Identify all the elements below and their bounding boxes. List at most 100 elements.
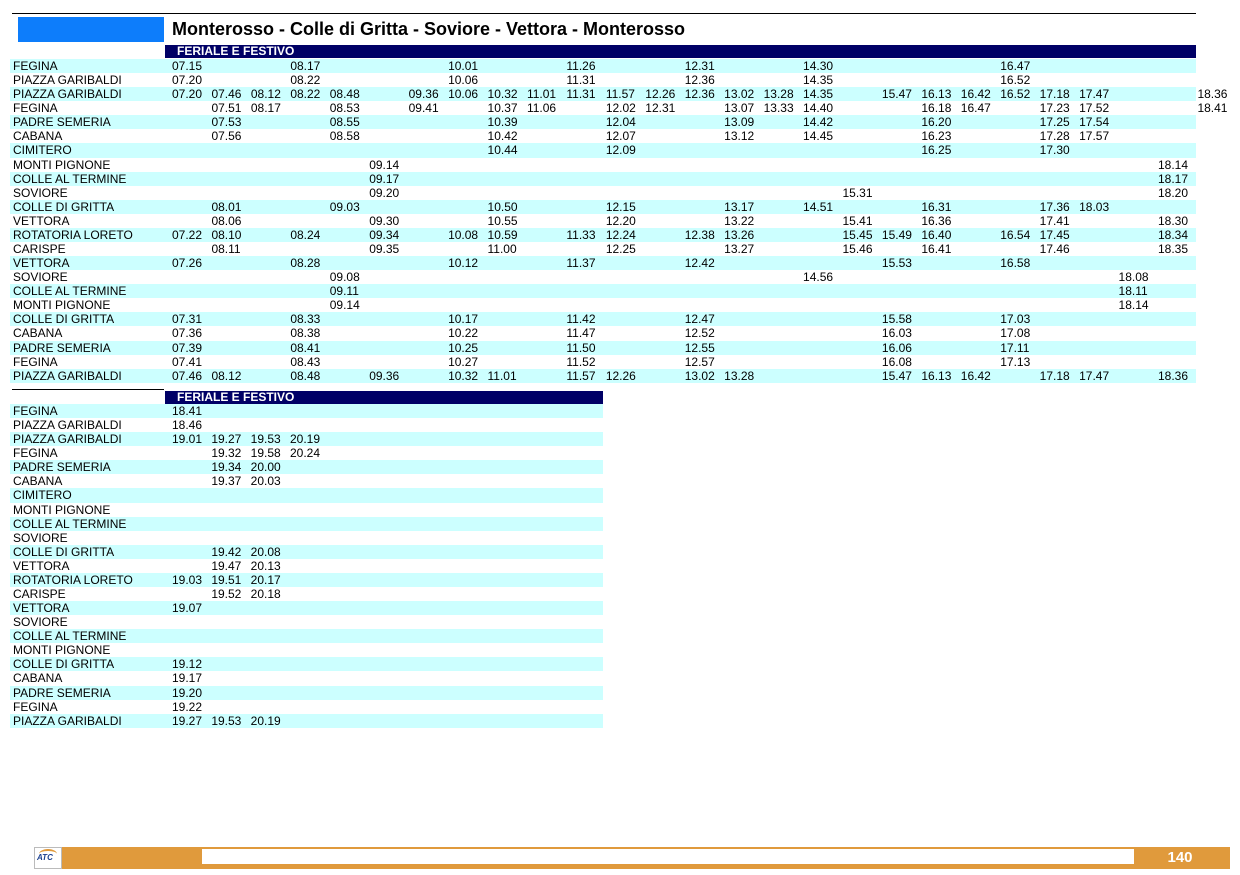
departure-time: 11.31 xyxy=(566,73,596,88)
table-row: PIAZZA GARIBALDI 18.46 xyxy=(10,418,603,432)
departure-time: 13.09 xyxy=(724,115,755,130)
table-row: MONTI PIGNONE xyxy=(10,643,603,657)
departure-time: 12.24 xyxy=(605,227,636,242)
departure-time: 15.46 xyxy=(842,242,873,257)
table-row: CABANA 07.36 08.38 10.22 11.47 12.52 16.03 17.0… xyxy=(10,326,1196,340)
departure-time: 07.36 xyxy=(172,326,203,341)
table-row: CIMITERO xyxy=(10,488,603,503)
departure-time: 08.55 xyxy=(329,115,360,130)
departure-time: 08.53 xyxy=(329,101,360,116)
departure-time: 17.46 xyxy=(1039,242,1070,257)
departure-time: 16.41 xyxy=(921,242,952,257)
stop-name: SOVIORE xyxy=(13,615,68,630)
table-2-header: FERIALE E FESTIVO xyxy=(165,391,603,404)
departure-time: 07.39 xyxy=(172,340,203,355)
departure-time: 19.37 xyxy=(211,474,242,489)
departure-time: 10.25 xyxy=(448,340,479,355)
departure-time: 17.23 xyxy=(1039,101,1070,116)
departure-time: 08.24 xyxy=(290,227,321,242)
departure-time: 08.43 xyxy=(290,354,321,369)
departure-time: 12.36 xyxy=(684,73,715,88)
departure-time: 20.18 xyxy=(250,587,281,602)
departure-time: 16.13 xyxy=(921,87,952,102)
departure-time: 08.33 xyxy=(290,312,321,327)
departure-time: 07.56 xyxy=(211,129,242,144)
departure-time: 19.22 xyxy=(172,699,203,714)
departure-time: 11.52 xyxy=(566,354,596,369)
departure-time: 11.33 xyxy=(566,227,596,242)
stop-name: VETTORA xyxy=(13,213,70,228)
stop-name: MONTI PIGNONE xyxy=(13,157,111,172)
departure-time: 12.38 xyxy=(684,227,715,242)
stop-name: COLLE AL TERMINE xyxy=(13,629,127,644)
departure-time: 18.17 xyxy=(1158,171,1189,186)
departure-time: 18.36 xyxy=(1197,87,1228,102)
departure-time: 07.20 xyxy=(172,73,203,88)
stop-name: FEGINA xyxy=(13,699,58,714)
departure-time: 20.13 xyxy=(250,558,281,573)
table-row: PIAZZA GARIBALDI 07.20 07.46 08.12 08.22 08.4… xyxy=(10,87,1227,102)
stop-name: VETTORA xyxy=(13,601,70,616)
departure-time: 18.35 xyxy=(1158,242,1189,257)
table-row: PADRE SEMERIA 07.39 08.41 10.25 11.50 12.55 16… xyxy=(10,340,1196,355)
departure-time: 13.22 xyxy=(724,213,755,228)
departure-time: 07.26 xyxy=(172,256,203,271)
departure-time: 15.47 xyxy=(881,87,912,102)
stop-name: COLLE DI GRITTA xyxy=(13,544,115,559)
departure-time: 13.07 xyxy=(724,101,755,116)
departure-time: 07.41 xyxy=(172,354,203,369)
stop-name: FEGINA xyxy=(13,446,58,461)
departure-time: 17.47 xyxy=(1079,87,1110,102)
stop-name: CIMITERO xyxy=(13,488,72,503)
stop-name: CARISPE xyxy=(13,587,66,602)
departure-time: 14.35 xyxy=(803,73,834,88)
table-row: CABANA 07.56 08.58 10.42 12.07 13.12 14.45 16.2… xyxy=(10,129,1196,143)
page-title: Monterosso - Colle di Gritta - Soviore -… xyxy=(172,19,686,39)
departure-time: 12.31 xyxy=(645,101,676,116)
table-row: FEGINA 07.51 08.17 08.53 09.41 10.37 11.06 12.0… xyxy=(10,101,1227,116)
departure-time: 12.07 xyxy=(605,129,636,144)
departure-time: 13.26 xyxy=(724,227,755,242)
departure-time: 10.06 xyxy=(448,73,479,88)
departure-time: 08.48 xyxy=(290,368,321,383)
logo-text: ATC xyxy=(37,853,53,862)
table-row: VETTORA 19.47 20.13 xyxy=(10,559,603,573)
departure-time: 16.42 xyxy=(960,87,991,102)
departure-time: 10.50 xyxy=(487,199,518,214)
table-row: CARISPE 08.11 09.35 11.00 12.25 13.27 15.46 16.… xyxy=(10,242,1196,256)
departure-time: 13.17 xyxy=(724,199,755,214)
departure-time: 08.12 xyxy=(211,368,242,383)
departure-time: 10.01 xyxy=(448,59,479,73)
departure-time: 07.46 xyxy=(211,87,242,102)
departure-time: 17.57 xyxy=(1079,129,1110,144)
departure-time: 11.01 xyxy=(487,368,517,383)
departure-time: 16.40 xyxy=(921,227,952,242)
table-row: SOVIORE 09.08 14.56 18.08 xyxy=(10,270,1196,284)
departure-time: 07.31 xyxy=(172,312,203,327)
table-row: FEGINA 07.15 08.17 10.01 11.26 12.31 14.30 16.4… xyxy=(10,59,1196,74)
departure-time: 16.03 xyxy=(881,326,912,341)
departure-time: 17.28 xyxy=(1039,129,1070,144)
table-row: CABANA 19.37 20.03 xyxy=(10,474,603,488)
departure-time: 19.53 xyxy=(250,432,281,447)
table-row: COLLE AL TERMINE 09.17 18.17 xyxy=(10,171,1196,186)
table-row: VETTORA 08.06 09.30 10.55 12.20 13.22 15.41 16.… xyxy=(10,214,1196,228)
departure-time: 20.00 xyxy=(250,460,281,475)
departure-time: 07.15 xyxy=(172,59,203,73)
departure-time: 10.32 xyxy=(487,87,518,102)
departure-time: 13.02 xyxy=(724,87,755,102)
departure-time: 09.36 xyxy=(408,87,439,102)
departure-time: 17.45 xyxy=(1039,227,1070,242)
departure-time: 12.31 xyxy=(684,59,715,73)
table-row: FEGINA 07.41 08.43 10.27 11.52 12.57 16.08 17.1… xyxy=(10,355,1196,369)
stop-name: PIAZZA GARIBALDI xyxy=(13,73,122,88)
stop-name: FEGINA xyxy=(13,404,58,418)
stop-name: CABANA xyxy=(13,129,63,144)
stop-name: COLLE AL TERMINE xyxy=(13,171,127,186)
departure-time: 16.08 xyxy=(881,354,912,369)
departure-time: 19.53 xyxy=(211,713,242,728)
departure-time: 14.42 xyxy=(803,115,834,130)
table-row: PIAZZA GARIBALDI 19.27 19.53 20.19 xyxy=(10,713,603,728)
departure-time: 15.53 xyxy=(881,256,912,271)
departure-time: 17.18 xyxy=(1039,87,1070,102)
